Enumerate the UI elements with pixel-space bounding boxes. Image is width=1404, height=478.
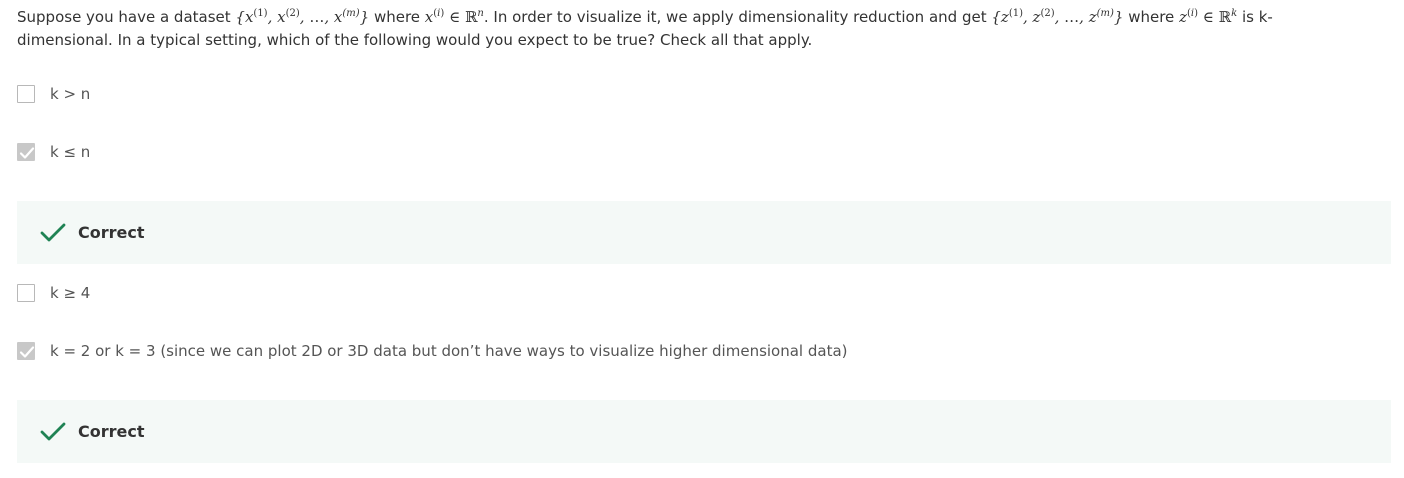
question-text-part: where xyxy=(369,8,425,26)
option-k-2-or-3[interactable]: k = 2 or k = 3 (since we can plot 2D or … xyxy=(17,340,848,362)
feedback-correct: Correct xyxy=(17,201,1391,264)
option-label: k > n xyxy=(50,85,91,103)
checkmark-icon xyxy=(39,221,67,245)
option-k-greater-equal-4[interactable]: k ≥ 4 xyxy=(17,282,90,304)
checkbox-check-icon xyxy=(19,346,35,358)
question-text-part: . In order to visualize it, we apply dim… xyxy=(483,8,992,26)
z-in-rk-formula: z(i) ∈ ℝk xyxy=(1179,8,1238,26)
checkbox-check-icon xyxy=(19,147,35,159)
question-text-part: Suppose you have a dataset xyxy=(17,8,236,26)
checkbox-unchecked[interactable] xyxy=(17,284,35,302)
option-label: k ≤ n xyxy=(50,143,91,161)
checkbox-checked[interactable] xyxy=(17,342,35,360)
feedback-correct: Correct xyxy=(17,400,1391,463)
question-text-part: where xyxy=(1123,8,1180,26)
dataset-x-formula: {x(1), x(2), …, x(m)} xyxy=(235,8,370,26)
checkmark-icon xyxy=(39,420,67,444)
option-k-greater-than-n[interactable]: k > n xyxy=(17,83,90,105)
checkbox-unchecked[interactable] xyxy=(17,85,35,103)
question-text: Suppose you have a dataset {x(1), x(2), … xyxy=(17,6,1357,52)
checkbox-checked[interactable] xyxy=(17,143,35,161)
x-in-rn-formula: x(i) ∈ ℝn xyxy=(424,8,484,26)
feedback-label: Correct xyxy=(78,223,145,242)
option-label: k = 2 or k = 3 (since we can plot 2D or … xyxy=(50,342,848,360)
dataset-z-formula: {z(1), z(2), …, z(m)} xyxy=(991,8,1124,26)
feedback-label: Correct xyxy=(78,422,145,441)
option-label: k ≥ 4 xyxy=(50,284,91,302)
option-k-less-equal-n[interactable]: k ≤ n xyxy=(17,141,90,163)
